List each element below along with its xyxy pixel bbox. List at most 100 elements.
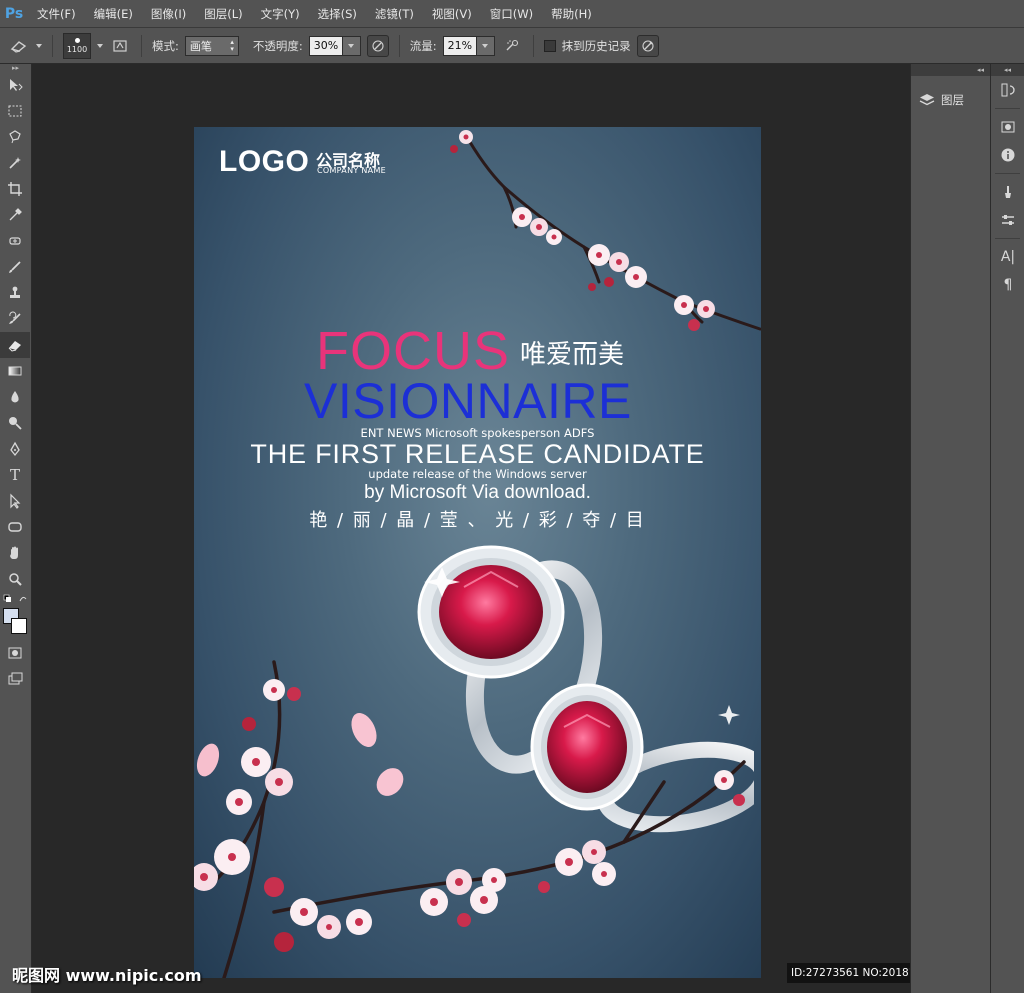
plum-blossom-branch-top xyxy=(450,130,761,331)
separator xyxy=(52,34,53,57)
adjustments-panel-icon[interactable] xyxy=(991,206,1024,234)
eyedropper-tool-icon[interactable] xyxy=(0,202,30,228)
menu-image[interactable]: 图像(I) xyxy=(142,0,195,28)
petal xyxy=(196,743,220,777)
hand-tool-icon[interactable] xyxy=(0,540,30,566)
brush-picker-caret-icon[interactable] xyxy=(97,43,103,48)
brush-tool-icon[interactable] xyxy=(0,254,30,280)
flow-input[interactable]: 21% xyxy=(442,35,477,56)
menu-filter[interactable]: 滤镜(T) xyxy=(366,0,423,28)
pressure-opacity-button[interactable] xyxy=(366,34,389,57)
marquee-tool-icon[interactable] xyxy=(0,98,30,124)
brush-dot-icon xyxy=(74,37,80,43)
eraser-tool-preset-icon[interactable] xyxy=(8,35,30,57)
path-selection-tool-icon[interactable] xyxy=(0,488,30,514)
shape-tool-icon[interactable] xyxy=(0,514,30,540)
mode-label: 模式: xyxy=(152,38,179,53)
headline-visionnaire: VISIONNAIRE xyxy=(304,373,632,429)
lasso-tool-icon[interactable] xyxy=(0,124,30,150)
menu-select[interactable]: 选择(S) xyxy=(309,0,366,28)
opacity-input[interactable]: 30% xyxy=(308,35,343,56)
photoshop-logo: Ps xyxy=(4,5,24,22)
layers-panel-tab[interactable]: 图层 xyxy=(911,86,990,114)
headline-focus: FOCUS xyxy=(316,321,510,381)
color-swatches[interactable] xyxy=(0,606,30,640)
separator xyxy=(398,34,400,57)
menu-view[interactable]: 视图(V) xyxy=(423,0,481,28)
pressure-size-button[interactable] xyxy=(636,34,659,57)
brush-panel-toggle-icon[interactable] xyxy=(109,35,131,57)
chevron-down-icon xyxy=(482,43,489,48)
release-headline: THE FIRST RELEASE CANDIDATE xyxy=(250,439,705,469)
menu-type[interactable]: 文字(Y) xyxy=(252,0,309,28)
menu-edit[interactable]: 编辑(E) xyxy=(85,0,142,28)
move-tool-icon[interactable] xyxy=(0,72,30,98)
history-brush-tool-icon[interactable] xyxy=(0,306,30,332)
poster-document[interactable]: LOGO 公司名称 COMPANY NAME FOCUS 唯爱而美 VISION… xyxy=(194,127,761,978)
brush-size-picker[interactable]: 1100 xyxy=(63,32,91,59)
flow-label: 流量: xyxy=(409,38,437,53)
separator xyxy=(995,238,1020,239)
separator xyxy=(141,34,142,57)
background-color-swatch[interactable] xyxy=(11,618,27,634)
panel-dock: ◂◂ A| ¶ xyxy=(990,64,1024,993)
clone-stamp-tool-icon[interactable] xyxy=(0,280,30,306)
erase-to-history-checkbox[interactable] xyxy=(543,39,556,52)
flow-control: 21% xyxy=(442,35,495,56)
pen-pressure-size-icon xyxy=(642,39,654,52)
petal xyxy=(351,713,377,747)
blur-tool-icon[interactable] xyxy=(0,384,30,410)
blossom-cluster xyxy=(450,130,715,331)
by-line: by Microsoft Via download. xyxy=(364,482,591,503)
menu-layer[interactable]: 图层(L) xyxy=(195,0,251,28)
eraser-tool-icon[interactable] xyxy=(0,332,30,358)
color-panel-icon[interactable] xyxy=(991,113,1024,141)
type-tool-icon[interactable]: T xyxy=(0,462,30,488)
separator xyxy=(995,173,1020,174)
petal xyxy=(376,768,404,796)
dropdown-arrows-icon: ▴ ▾ xyxy=(230,37,234,53)
opacity-slider-button[interactable] xyxy=(342,35,361,56)
spot-healing-tool-icon[interactable] xyxy=(0,228,30,254)
pen-tool-icon[interactable] xyxy=(0,436,30,462)
paragraph-panel-icon[interactable]: ¶ xyxy=(991,271,1024,299)
brush-size-value: 1100 xyxy=(66,44,88,54)
history-panel-icon[interactable] xyxy=(991,76,1024,104)
character-panel-icon[interactable]: A| xyxy=(991,243,1024,271)
separator xyxy=(532,34,534,57)
opacity-label: 不透明度: xyxy=(252,38,303,53)
mode-dropdown[interactable]: 画笔 ▴ ▾ xyxy=(184,35,239,56)
dodge-tool-icon[interactable] xyxy=(0,410,30,436)
chevron-down-icon xyxy=(348,43,355,48)
screen-mode-icon[interactable] xyxy=(0,666,30,692)
menu-file[interactable]: 文件(F) xyxy=(28,0,85,28)
watermark-left: 昵图网 www.nipic.com xyxy=(12,966,202,985)
ent-news-line: ENT NEWS Microsoft spokesperson ADFS xyxy=(360,426,595,440)
gradient-tool-icon[interactable] xyxy=(0,358,30,384)
panel-collapse-icon[interactable]: ◂◂ xyxy=(911,64,990,76)
options-bar: 1100 模式: 画笔 ▴ ▾ 不透明度: 30% 流量: 21% 抹到历史记录 xyxy=(0,28,1024,64)
mode-value: 画笔 xyxy=(189,39,212,53)
update-line: update release of the Windows server xyxy=(368,467,587,481)
airbrush-icon[interactable] xyxy=(501,35,523,57)
quick-mask-icon[interactable] xyxy=(0,640,30,666)
layers-icon xyxy=(919,94,935,106)
default-colors-icon[interactable] xyxy=(0,592,30,606)
info-panel-icon[interactable] xyxy=(991,141,1024,169)
toolbar-expand-icon[interactable]: ▸▸ xyxy=(0,64,31,72)
tagline-cn: 唯爱而美 xyxy=(520,340,625,370)
tool-preset-caret-icon[interactable] xyxy=(36,43,42,48)
zoom-tool-icon[interactable] xyxy=(0,566,30,592)
dock-collapse-icon[interactable]: ◂◂ xyxy=(991,64,1024,76)
menu-window[interactable]: 窗口(W) xyxy=(481,0,542,28)
company-name-en: COMPANY NAME xyxy=(317,166,386,175)
magic-wand-tool-icon[interactable] xyxy=(0,150,30,176)
crop-tool-icon[interactable] xyxy=(0,176,30,202)
menu-help[interactable]: 帮助(H) xyxy=(542,0,601,28)
brush-presets-icon[interactable] xyxy=(991,178,1024,206)
flow-slider-button[interactable] xyxy=(476,35,495,56)
layers-label: 图层 xyxy=(941,93,964,107)
company-logo: LOGO xyxy=(219,145,310,178)
layers-panel-collapsed: ◂◂ 图层 xyxy=(910,64,990,993)
plum-blossom-branch-bottom xyxy=(194,660,746,978)
